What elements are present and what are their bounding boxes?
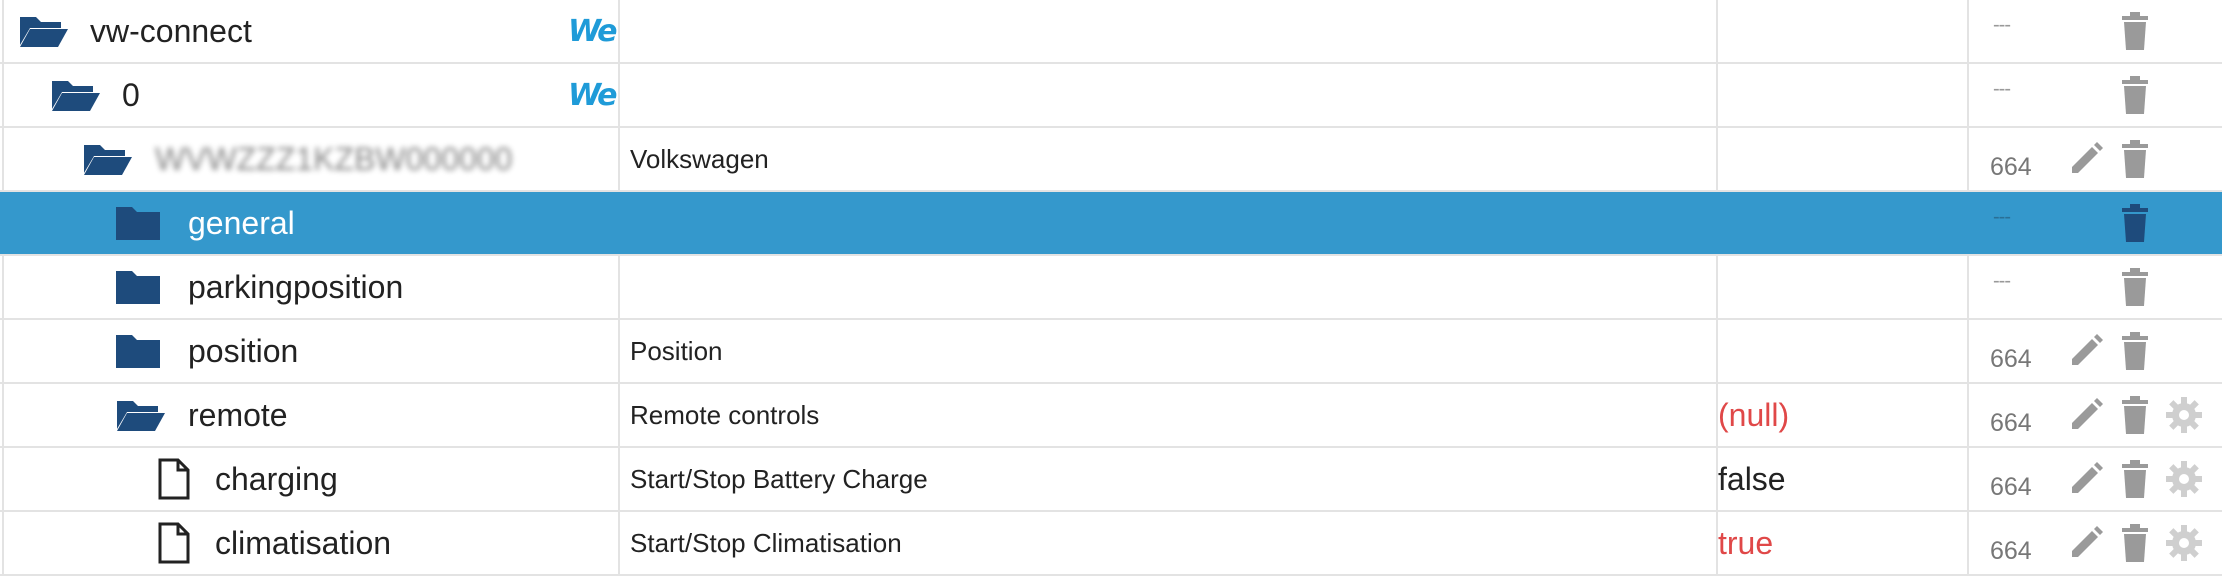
- gear-icon[interactable]: [2164, 384, 2204, 446]
- object-name: general: [188, 204, 295, 241]
- delete-icon[interactable]: [2120, 448, 2150, 510]
- folder-icon[interactable]: [115, 320, 161, 382]
- table-row[interactable]: climatisation Start/Stop Climatisation t…: [0, 512, 2222, 576]
- delete-icon[interactable]: [2120, 320, 2150, 382]
- permission-text: ---: [1993, 206, 2011, 228]
- edit-icon[interactable]: [2068, 512, 2104, 574]
- gear-icon[interactable]: [2164, 512, 2204, 574]
- table-row[interactable]: parkingposition ---: [0, 256, 2222, 320]
- object-description: Remote controls: [630, 399, 820, 430]
- folder-open-icon[interactable]: [82, 128, 134, 190]
- object-description: Position: [630, 335, 723, 366]
- permission-text: ---: [1993, 270, 2011, 292]
- delete-icon[interactable]: [2120, 0, 2150, 62]
- permission-text: ---: [1993, 14, 2011, 36]
- delete-icon[interactable]: [2120, 192, 2150, 254]
- permission-text: 664: [1990, 344, 2032, 373]
- object-description: Volkswagen: [630, 143, 769, 174]
- permission-text: 664: [1990, 152, 2032, 181]
- permission-text: 664: [1990, 536, 2032, 565]
- file-icon[interactable]: [158, 512, 190, 574]
- table-row[interactable]: remote Remote controls (null) 664: [0, 384, 2222, 448]
- delete-icon[interactable]: [2120, 256, 2150, 318]
- adapter-badge: We: [568, 13, 618, 49]
- table-row-selected[interactable]: general ---: [0, 192, 2222, 256]
- object-name: climatisation: [215, 524, 392, 561]
- edit-icon[interactable]: [2068, 448, 2104, 510]
- table-row[interactable]: 0 We ---: [0, 64, 2222, 128]
- object-description: Start/Stop Climatisation: [630, 527, 902, 558]
- folder-icon[interactable]: [115, 192, 161, 254]
- object-name: position: [188, 332, 299, 369]
- object-name: parkingposition: [188, 268, 404, 305]
- object-name: vw-connect: [90, 12, 252, 49]
- object-name: 0: [122, 76, 140, 113]
- column-divider: [1967, 0, 1969, 576]
- object-description: Start/Stop Battery Charge: [630, 463, 928, 494]
- folder-open-icon[interactable]: [18, 0, 70, 62]
- folder-open-icon[interactable]: [115, 384, 167, 446]
- edit-icon[interactable]: [2068, 384, 2104, 446]
- object-value[interactable]: false: [1718, 461, 1786, 498]
- column-divider: [2, 0, 4, 576]
- edit-icon[interactable]: [2068, 320, 2104, 382]
- table-row[interactable]: position Position 664: [0, 320, 2222, 384]
- gear-icon[interactable]: [2164, 448, 2204, 510]
- table-row[interactable]: WVWZZZ1KZBW000000 Volkswagen 664: [0, 128, 2222, 192]
- permission-text: ---: [1993, 78, 2011, 100]
- delete-icon[interactable]: [2120, 64, 2150, 126]
- edit-icon[interactable]: [2068, 128, 2104, 190]
- object-value[interactable]: (null): [1718, 397, 1789, 434]
- object-value[interactable]: true: [1718, 525, 1773, 562]
- delete-icon[interactable]: [2120, 512, 2150, 574]
- column-divider: [618, 0, 620, 576]
- column-divider: [1716, 0, 1718, 576]
- object-name: remote: [188, 396, 288, 433]
- file-icon[interactable]: [158, 448, 190, 510]
- permission-text: 664: [1990, 472, 2032, 501]
- table-row[interactable]: vw-connect We ---: [0, 0, 2222, 64]
- delete-icon[interactable]: [2120, 384, 2150, 446]
- table-row[interactable]: charging Start/Stop Battery Charge false…: [0, 448, 2222, 512]
- folder-icon[interactable]: [115, 256, 161, 318]
- folder-open-icon[interactable]: [50, 64, 102, 126]
- object-name: charging: [215, 460, 338, 497]
- adapter-badge: We: [568, 77, 618, 113]
- object-name: WVWZZZ1KZBW000000: [155, 140, 513, 177]
- permission-text: 664: [1990, 408, 2032, 437]
- delete-icon[interactable]: [2120, 128, 2150, 190]
